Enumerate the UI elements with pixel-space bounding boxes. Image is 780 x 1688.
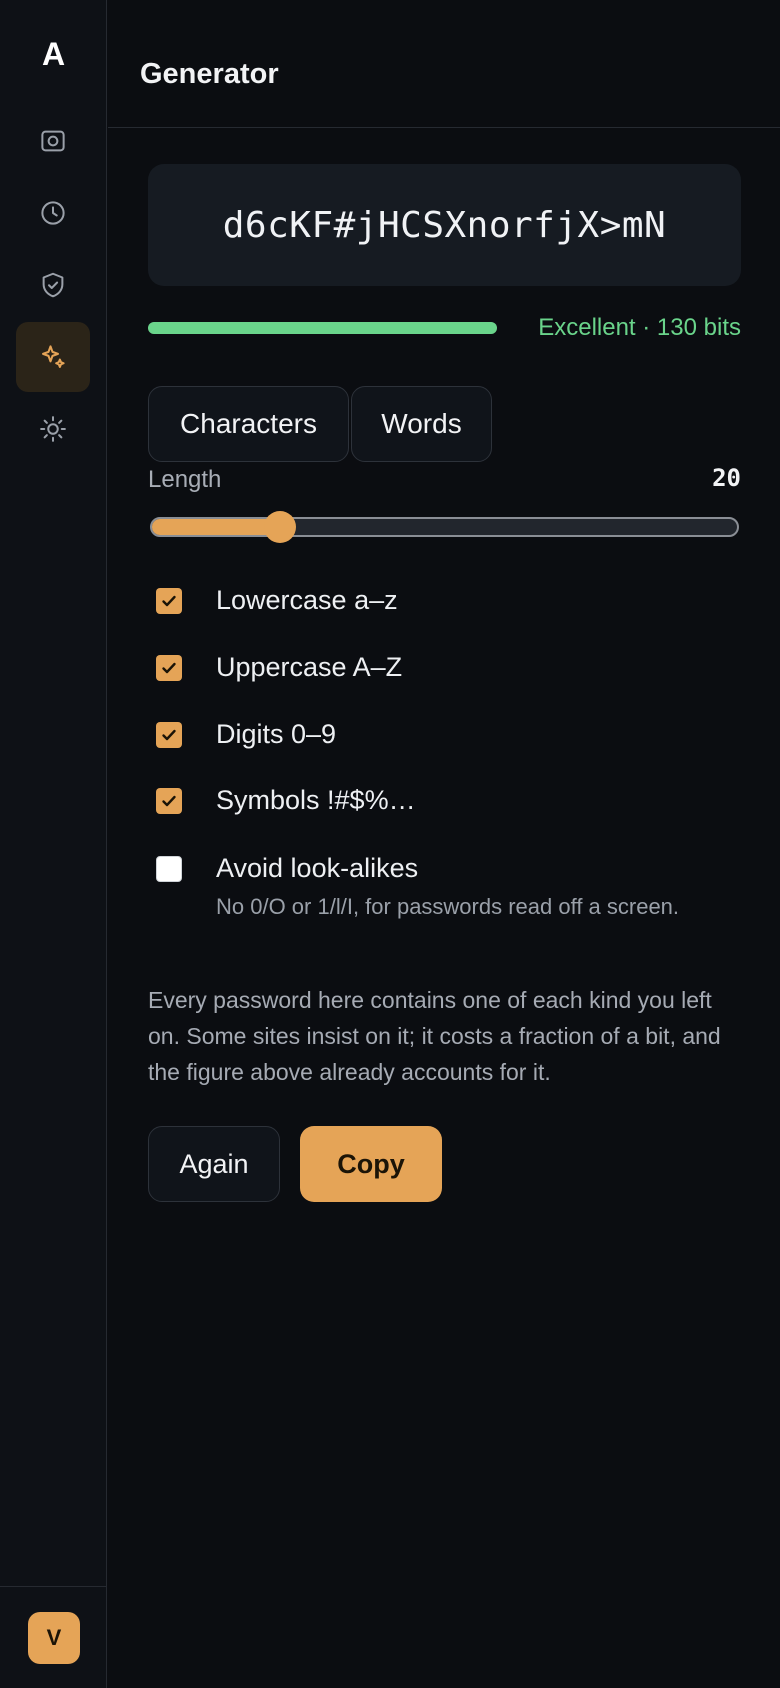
tab-words[interactable]: Words (351, 386, 492, 462)
sidebar-item-generator[interactable] (16, 322, 90, 392)
symbols-checkbox[interactable] (156, 788, 182, 814)
lowercase-label: Lowercase a–z (216, 585, 398, 615)
digits-checkbox[interactable] (156, 722, 182, 748)
checkmark-icon (162, 595, 176, 607)
again-button[interactable]: Again (148, 1126, 280, 1202)
uppercase-checkbox[interactable] (156, 655, 182, 681)
digits-label: Digits 0–9 (216, 719, 337, 749)
length-label: Length (148, 466, 222, 493)
strength-meter-fill (148, 322, 497, 334)
sidebar-divider (0, 1586, 107, 1587)
avoid-lookalikes-hint: No 0/O or 1/l/I, for passwords read off … (216, 894, 680, 919)
sidebar-item-history[interactable] (16, 178, 90, 248)
sidebar-item-vault[interactable] (16, 106, 90, 176)
sparkle-icon (42, 345, 65, 368)
symbols-label: Symbols !#$%… (216, 785, 416, 815)
sun-icon (40, 416, 66, 442)
tab-characters[interactable]: Characters (148, 386, 349, 462)
sidebar-item-appearance[interactable] (16, 394, 90, 464)
strength-meter (148, 322, 497, 334)
app-root: A V Generator d6cKF#jHCSXnorfjX>mN Excel… (0, 0, 780, 1688)
lowercase-checkbox[interactable] (156, 588, 182, 614)
avoid-lookalikes-label: Avoid look-alikes (216, 853, 419, 883)
safe-icon (41, 130, 65, 152)
clock-icon (41, 201, 65, 225)
app-logo: A (41, 36, 66, 72)
avoid-lookalikes-checkbox[interactable] (156, 856, 182, 882)
strength-label: Excellent · 130 bits (538, 314, 741, 341)
uppercase-label: Uppercase A–Z (216, 652, 403, 682)
generated-password[interactable]: d6cKF#jHCSXnorfjX>mN (148, 164, 741, 286)
shield-check-icon (42, 272, 64, 298)
checkmark-icon (162, 795, 176, 807)
length-slider-fill (152, 519, 281, 535)
checkmark-icon (162, 662, 176, 674)
generator-note: Every password here contains one of each… (148, 987, 721, 1085)
page-title: Generator (140, 58, 279, 90)
copy-button[interactable]: Copy (300, 1126, 442, 1202)
length-value: 20 (712, 464, 741, 492)
avatar[interactable]: V (28, 1612, 80, 1664)
checkmark-icon (162, 729, 176, 741)
length-slider[interactable] (150, 517, 739, 537)
header: Generator (108, 0, 780, 128)
sidebar-item-security[interactable] (16, 250, 90, 320)
length-slider-thumb[interactable] (263, 511, 296, 543)
sidebar: A V (0, 0, 107, 1688)
